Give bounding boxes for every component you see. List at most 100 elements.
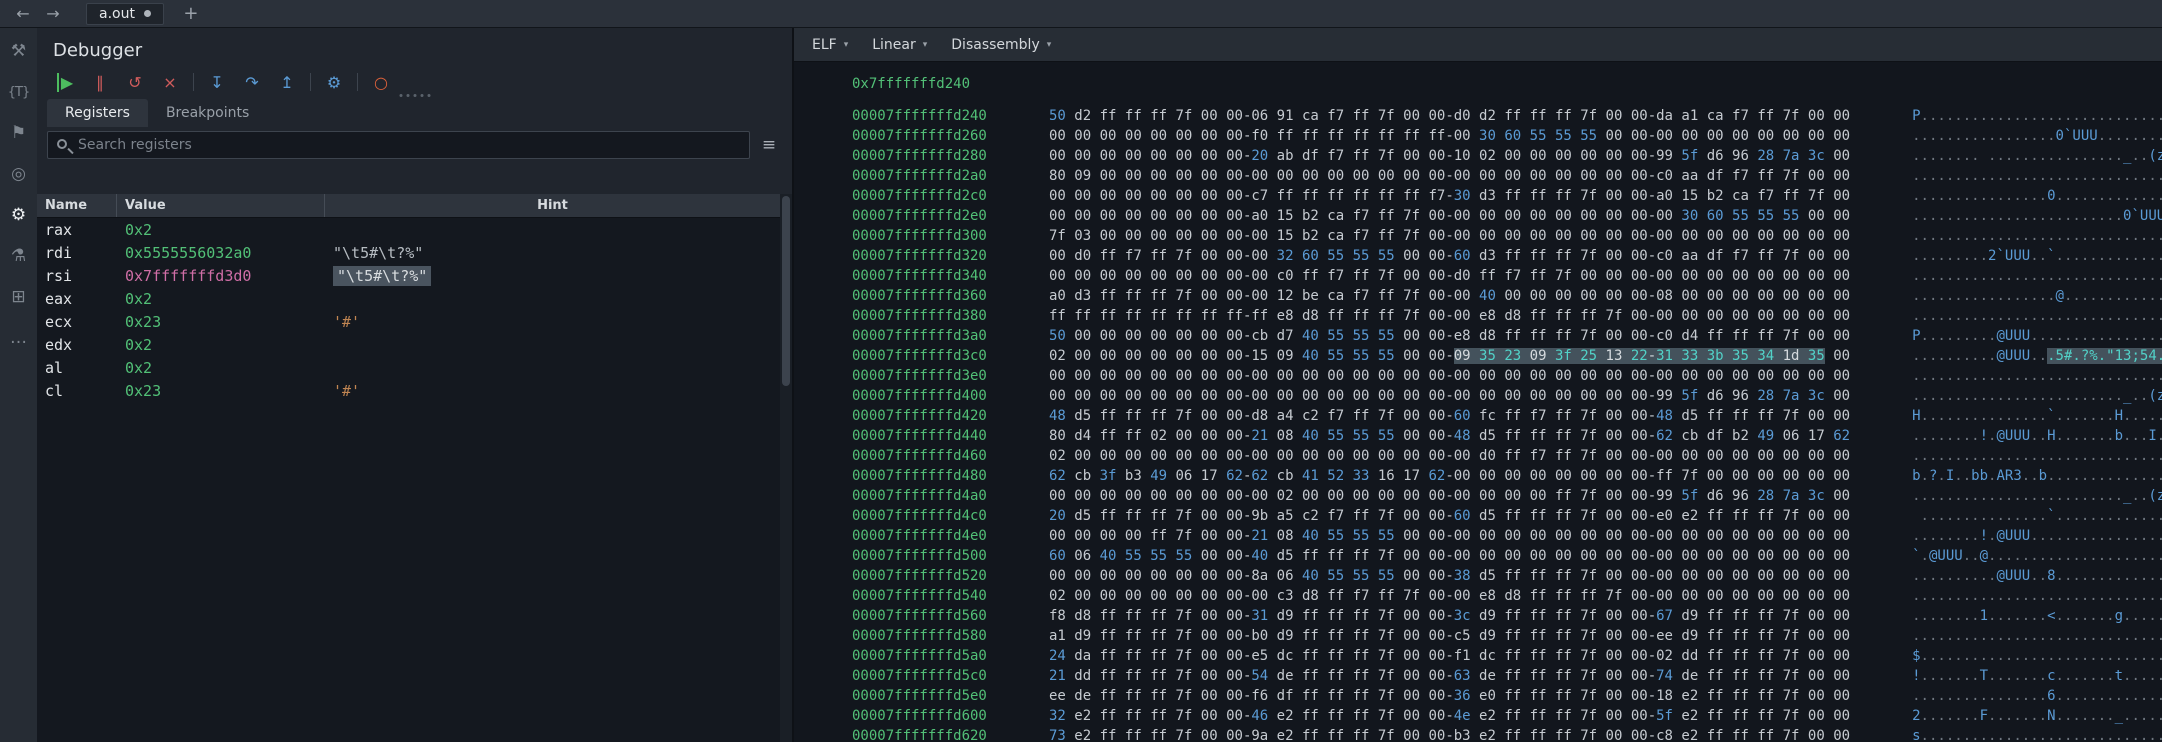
registers-scrollbar[interactable]: [780, 194, 792, 742]
hierarchy-button[interactable]: ⚗: [4, 241, 34, 271]
hex-row[interactable]: 00007fffffffd2e000 00 00 00 00 00 00 00-…: [794, 206, 2162, 226]
hex-row[interactable]: 00007fffffffd46002 00 00 00 00 00 00 00-…: [794, 446, 2162, 466]
tag-button[interactable]: ⚑: [4, 118, 34, 148]
debugger-wrench-icon: ⚙: [11, 205, 26, 225]
file-tab[interactable]: a.out: [86, 3, 164, 25]
hexdump-view: 0x7fffffffd240 00007fffffffd24050 d2 ff …: [794, 62, 2162, 742]
debugger-tabs: RegistersBreakpoints: [37, 99, 792, 127]
hex-row[interactable]: 00007fffffffd3a050 00 00 00 00 00 00 00-…: [794, 326, 2162, 346]
column-header-name[interactable]: Name: [37, 194, 117, 217]
back-button[interactable]: ←: [8, 0, 38, 28]
hex-row[interactable]: 00007fffffffd48062 cb 3f b3 49 06 17 62-…: [794, 466, 2162, 486]
step-into-button[interactable]: ↧: [205, 70, 229, 94]
hex-row[interactable]: 00007fffffffd580a1 d9 ff ff ff 7f 00 00-…: [794, 626, 2162, 646]
more-button[interactable]: …: [4, 323, 34, 353]
hex-row[interactable]: 00007fffffffd4c020 d5 ff ff ff 7f 00 00-…: [794, 506, 2162, 526]
hex-row[interactable]: 00007fffffffd3e000 00 00 00 00 00 00 00-…: [794, 366, 2162, 386]
hex-address: 00007fffffffd3e0: [852, 366, 1049, 386]
continue-button[interactable]: ▶: [53, 70, 77, 94]
tab-breakpoints[interactable]: Breakpoints: [148, 99, 267, 127]
hex-row[interactable]: 00007fffffffd32000 d0 ff f7 ff 7f 00 00-…: [794, 246, 2162, 266]
hex-bytes: 00 00 00 00 00 00 00 00-f0 ff ff ff ff f…: [1049, 126, 1850, 146]
file-tab-label: a.out: [99, 6, 135, 22]
hex-row[interactable]: 00007fffffffd2c000 00 00 00 00 00 00 00-…: [794, 186, 2162, 206]
register-row-edx[interactable]: edx0x2: [37, 333, 780, 356]
hex-row[interactable]: 00007fffffffd28000 00 00 00 00 00 00 00-…: [794, 146, 2162, 166]
register-value: 0x5555556032a0: [117, 244, 325, 262]
hex-ascii: ................................: [1912, 366, 2162, 386]
hex-ascii: $...............................: [1912, 646, 2162, 666]
debug-settings-button[interactable]: ⚙: [322, 70, 346, 94]
register-hint: '#': [333, 313, 360, 331]
search-registers-input[interactable]: [48, 137, 749, 153]
step-over-button[interactable]: ↷: [240, 70, 264, 94]
hex-row[interactable]: 00007fffffffd40000 00 00 00 00 00 00 00-…: [794, 386, 2162, 406]
tools-button[interactable]: ⚒: [4, 36, 34, 66]
table-menu-button[interactable]: ≡: [756, 132, 782, 158]
register-row-cl[interactable]: cl0x23'#': [37, 379, 780, 402]
windows-grid-button[interactable]: ⊞: [4, 282, 34, 312]
hex-row[interactable]: 00007fffffffd34000 00 00 00 00 00 00 00-…: [794, 266, 2162, 286]
hex-ascii: .........................0`UUU..: [1912, 206, 2162, 226]
hex-row[interactable]: 00007fffffffd24050 d2 ff ff ff 7f 00 00-…: [794, 106, 2162, 126]
hex-ascii: ................................: [1912, 166, 2162, 186]
hex-row[interactable]: 00007fffffffd2a080 09 00 00 00 00 00 00-…: [794, 166, 2162, 186]
hex-ascii: ........................._..(z<.: [1912, 486, 2162, 506]
hex-address: 00007fffffffd280: [852, 146, 1049, 166]
hex-row[interactable]: 00007fffffffd5c021 dd ff ff ff 7f 00 00-…: [794, 666, 2162, 686]
hex-row[interactable]: 00007fffffffd42048 d5 ff ff ff 7f 00 00-…: [794, 406, 2162, 426]
trace-button[interactable]: ○: [369, 70, 393, 94]
hex-row[interactable]: 00007fffffffd60032 e2 ff ff ff 7f 00 00-…: [794, 706, 2162, 726]
register-row-rax[interactable]: rax0x2: [37, 218, 780, 241]
new-tab-button[interactable]: +: [176, 0, 206, 28]
hex-row[interactable]: 00007fffffffd380ff ff ff ff ff ff ff ff-…: [794, 306, 2162, 326]
register-row-rsi[interactable]: rsi0x7fffffffd3d0"\t5#\t?%": [37, 264, 780, 287]
column-header-value[interactable]: Value: [117, 194, 325, 217]
hex-row[interactable]: 00007fffffffd360a0 d3 ff ff ff 7f 00 00-…: [794, 286, 2162, 306]
hex-row[interactable]: 00007fffffffd26000 00 00 00 00 00 00 00-…: [794, 126, 2162, 146]
hex-address: 00007fffffffd3c0: [852, 346, 1049, 366]
step-over-icon: ↷: [245, 73, 258, 92]
continue-icon: ▶: [57, 73, 73, 92]
hex-row[interactable]: 00007fffffffd52000 00 00 00 00 00 00 00-…: [794, 566, 2162, 586]
register-value: 0x23: [117, 382, 325, 400]
restart-button[interactable]: ↺: [123, 70, 147, 94]
hex-row[interactable]: 00007fffffffd3007f 03 00 00 00 00 00 00-…: [794, 226, 2162, 246]
toolbar-separator: [357, 73, 358, 91]
register-row-eax[interactable]: eax0x2: [37, 287, 780, 310]
hex-row[interactable]: 00007fffffffd54002 00 00 00 00 00 00 00-…: [794, 586, 2162, 606]
linear-dropdown[interactable]: Linear▾: [862, 33, 937, 57]
elf-dropdown[interactable]: ELF▾: [802, 33, 858, 57]
hex-row[interactable]: 00007fffffffd5e0ee de ff ff ff 7f 00 00-…: [794, 686, 2162, 706]
column-header-hint[interactable]: Hint: [325, 194, 780, 217]
hex-row[interactable]: 00007fffffffd560f8 d8 ff ff ff 7f 00 00-…: [794, 606, 2162, 626]
dock-handle[interactable]: [399, 94, 430, 97]
hex-row[interactable]: 00007fffffffd62073 e2 ff ff ff 7f 00 00-…: [794, 726, 2162, 742]
forward-button[interactable]: →: [38, 0, 68, 28]
disassembly-dropdown[interactable]: Disassembly▾: [941, 33, 1061, 57]
register-row-ecx[interactable]: ecx0x23'#': [37, 310, 780, 333]
hex-address: 00007fffffffd600: [852, 706, 1049, 726]
tab-registers[interactable]: Registers: [47, 99, 148, 127]
hex-row[interactable]: 00007fffffffd4a000 00 00 00 00 00 00 00-…: [794, 486, 2162, 506]
hex-row[interactable]: 00007fffffffd5a024 da ff ff ff 7f 00 00-…: [794, 646, 2162, 666]
scrollbar-thumb[interactable]: [782, 196, 790, 386]
hex-row[interactable]: 00007fffffffd44080 d4 ff ff 02 00 00 00-…: [794, 426, 2162, 446]
chevron-down-icon: ▾: [923, 40, 928, 50]
stop-button[interactable]: ×: [158, 70, 182, 94]
elf-dropdown-label: ELF: [812, 37, 837, 53]
back-icon: ←: [16, 4, 29, 23]
hex-row[interactable]: 00007fffffffd3c002 00 00 00 00 00 00 00-…: [794, 346, 2162, 366]
location-pin-button[interactable]: ◎: [4, 159, 34, 189]
suspend-button[interactable]: ∥: [88, 70, 112, 94]
step-out-button[interactable]: ↥: [275, 70, 299, 94]
debugger-panel: Debugger ▶∥↺×↧↷↥⚙○ RegistersBreakpoints …: [37, 28, 793, 742]
register-value: 0x2: [117, 336, 325, 354]
register-row-al[interactable]: al0x2: [37, 356, 780, 379]
debugger-wrench-button[interactable]: ⚙: [4, 200, 34, 230]
hex-row[interactable]: 00007fffffffd50060 06 40 55 55 55 00 00-…: [794, 546, 2162, 566]
register-row-rdi[interactable]: rdi0x5555556032a0"\t5#\t?%": [37, 241, 780, 264]
hex-row[interactable]: 00007fffffffd4e000 00 00 00 ff 7f 00 00-…: [794, 526, 2162, 546]
types-button[interactable]: {T}: [4, 77, 34, 107]
hex-address: 00007fffffffd420: [852, 406, 1049, 426]
